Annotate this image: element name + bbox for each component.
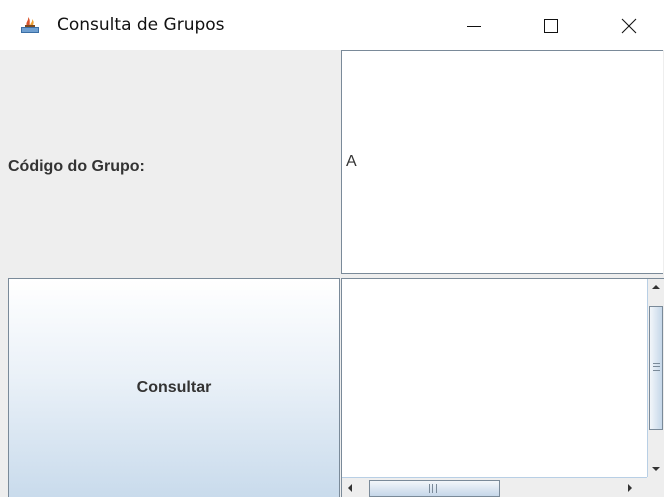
maximize-icon xyxy=(544,19,558,33)
java-app-icon xyxy=(21,17,39,33)
arrow-down-icon xyxy=(652,467,660,471)
group-code-label: Código do Grupo: xyxy=(8,158,145,175)
vertical-scrollbar[interactable] xyxy=(647,279,664,477)
vertical-scroll-thumb[interactable] xyxy=(649,306,663,430)
arrow-up-icon xyxy=(652,285,660,289)
grip-icon xyxy=(653,363,660,371)
scroll-up-button[interactable] xyxy=(648,279,664,295)
scroll-corner xyxy=(647,477,664,497)
scroll-left-button[interactable] xyxy=(342,480,358,496)
window-title: Consulta de Grupos xyxy=(57,15,225,35)
title-bar[interactable]: Consulta de Grupos xyxy=(0,0,664,50)
minimize-icon xyxy=(467,26,481,27)
scroll-right-button[interactable] xyxy=(622,480,638,496)
arrow-right-icon xyxy=(628,484,632,492)
horizontal-scroll-thumb[interactable] xyxy=(369,480,500,497)
grip-icon xyxy=(429,484,437,493)
maximize-button[interactable] xyxy=(528,8,574,44)
horizontal-scrollbar[interactable] xyxy=(342,477,647,497)
results-scroll-pane xyxy=(341,278,664,497)
minimize-button[interactable] xyxy=(451,8,497,44)
group-code-input[interactable] xyxy=(341,50,663,274)
close-button[interactable] xyxy=(606,8,652,44)
results-text-area[interactable] xyxy=(342,279,647,477)
window-content: Código do Grupo: Consultar xyxy=(0,50,664,497)
consult-button[interactable]: Consultar xyxy=(8,278,340,497)
code-label-cell: Código do Grupo: xyxy=(0,50,340,276)
scroll-down-button[interactable] xyxy=(648,461,664,477)
arrow-left-icon xyxy=(348,484,352,492)
close-icon xyxy=(621,18,637,34)
